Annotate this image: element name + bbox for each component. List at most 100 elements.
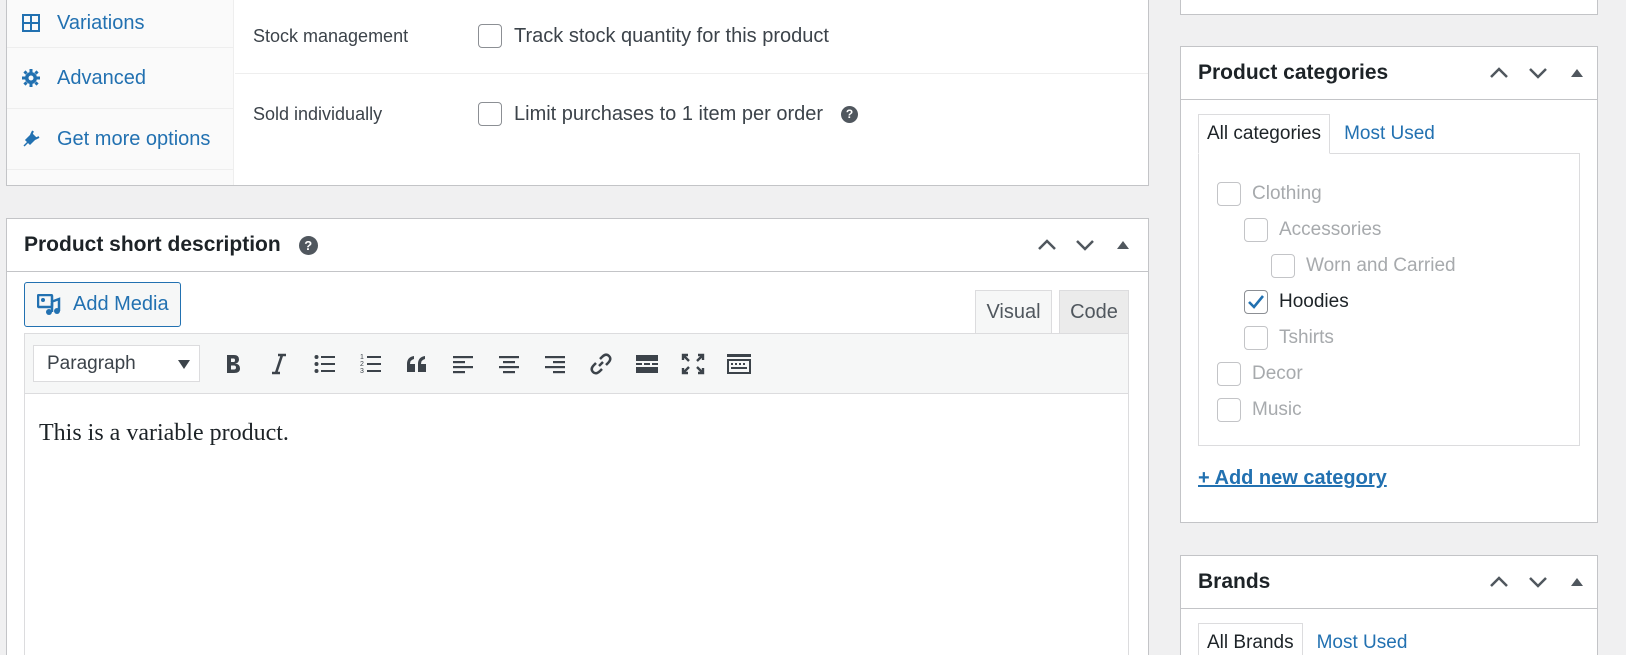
box-controls	[1028, 219, 1142, 271]
category-checklist: Clothing Accessories Worn and Carried Ho…	[1198, 153, 1580, 446]
category-item[interactable]: Music	[1217, 398, 1302, 422]
svg-text:2: 2	[360, 361, 364, 368]
tab-most-used[interactable]: Most Used	[1303, 623, 1416, 655]
editor-text[interactable]: This is a variable product.	[39, 420, 289, 447]
product-categories-box: Product categories All categories Most U…	[1180, 46, 1598, 523]
tab-advanced[interactable]: Advanced	[7, 48, 233, 109]
short-description-title: Product short description	[24, 233, 281, 256]
category-label: Accessories	[1279, 219, 1382, 240]
category-checkbox[interactable]	[1244, 326, 1268, 350]
category-label: Clothing	[1252, 183, 1322, 204]
category-label: Music	[1252, 399, 1302, 420]
dropdown-caret-icon	[178, 360, 190, 369]
add-media-label: Add Media	[73, 293, 169, 315]
category-item[interactable]: Hoodies	[1244, 290, 1349, 314]
bullet-list-icon[interactable]	[302, 345, 348, 383]
media-icon	[37, 293, 61, 315]
tab-most-used[interactable]: Most Used	[1330, 114, 1443, 154]
plugin-icon	[21, 129, 41, 149]
publish-box-bottom	[1180, 0, 1598, 15]
blockquote-icon[interactable]	[394, 345, 440, 383]
collapse-toggle-icon[interactable]	[1557, 563, 1596, 601]
sold-individually-row: Sold individually Limit purchases to 1 i…	[235, 74, 1148, 154]
read-more-icon[interactable]	[624, 345, 670, 383]
brands-title: Brands	[1198, 570, 1271, 593]
brand-tabs: All Brands Most Used	[1198, 623, 1415, 655]
grid-icon	[21, 13, 41, 33]
box-controls	[1479, 556, 1596, 608]
move-up-icon[interactable]	[1479, 54, 1518, 92]
short-description-box: Product short description ? Add Media Vi…	[6, 218, 1149, 655]
tab-get-more-options-label: Get more options	[57, 127, 211, 150]
category-checkbox[interactable]	[1244, 218, 1268, 242]
align-center-icon[interactable]	[486, 345, 532, 383]
add-media-button[interactable]: Add Media	[24, 282, 181, 327]
svg-text:3: 3	[360, 368, 364, 375]
move-down-icon[interactable]	[1518, 54, 1557, 92]
svg-text:1: 1	[360, 354, 364, 361]
short-description-header: Product short description ?	[7, 219, 1148, 272]
tab-advanced-label: Advanced	[57, 66, 146, 89]
move-down-icon[interactable]	[1518, 563, 1557, 601]
box-controls	[1479, 47, 1596, 99]
stock-management-label: Stock management	[253, 25, 409, 46]
collapse-toggle-icon[interactable]	[1557, 54, 1596, 92]
collapse-toggle-icon[interactable]	[1104, 226, 1142, 264]
toolbar-toggle-icon[interactable]	[716, 345, 762, 383]
add-new-category-link[interactable]: + Add new category	[1198, 467, 1387, 490]
tab-all-categories[interactable]: All categories	[1198, 114, 1331, 154]
product-categories-title: Product categories	[1198, 61, 1389, 84]
track-stock-checkbox[interactable]	[478, 24, 502, 48]
category-item[interactable]: Clothing	[1217, 182, 1322, 206]
category-item[interactable]: Decor	[1217, 362, 1303, 386]
editor-toolbar: Paragraph 123	[24, 333, 1129, 394]
category-label: Worn and Carried	[1306, 255, 1456, 276]
format-select-value: Paragraph	[47, 352, 136, 374]
brands-box: Brands All Brands Most Used	[1180, 555, 1598, 655]
inventory-options: Stock management Track stock quantity fo…	[235, 0, 1148, 154]
link-icon[interactable]	[578, 345, 624, 383]
category-item[interactable]: Worn and Carried	[1271, 254, 1456, 278]
category-checkbox-checked[interactable]	[1244, 290, 1268, 314]
help-icon[interactable]: ?	[841, 105, 859, 123]
category-item[interactable]: Tshirts	[1244, 326, 1334, 350]
category-tabs: All categories Most Used	[1198, 114, 1443, 154]
tab-code[interactable]: Code	[1059, 290, 1129, 333]
bold-icon[interactable]	[210, 345, 256, 383]
limit-purchases-checkbox[interactable]	[478, 102, 502, 126]
product-categories-header: Product categories	[1181, 47, 1597, 100]
move-up-icon[interactable]	[1479, 563, 1518, 601]
category-checkbox[interactable]	[1217, 398, 1241, 422]
move-up-icon[interactable]	[1028, 226, 1066, 264]
sold-individually-label: Sold individually	[253, 103, 383, 124]
limit-purchases-label: Limit purchases to 1 item per order	[514, 102, 824, 125]
help-icon[interactable]: ?	[298, 235, 318, 255]
category-label: Tshirts	[1279, 327, 1334, 348]
product-data-tabs: Variations Advanced Get more options	[7, 0, 234, 185]
tab-visual[interactable]: Visual	[975, 290, 1052, 334]
align-right-icon[interactable]	[532, 345, 578, 383]
category-checkbox[interactable]	[1217, 362, 1241, 386]
format-select[interactable]: Paragraph	[33, 345, 200, 382]
brands-header: Brands	[1181, 556, 1597, 609]
category-checkbox[interactable]	[1217, 182, 1241, 206]
editor-content-area[interactable]: This is a variable product.	[24, 394, 1129, 655]
category-checkbox[interactable]	[1271, 254, 1295, 278]
italic-icon[interactable]	[256, 345, 302, 383]
category-item[interactable]: Accessories	[1244, 218, 1381, 242]
numbered-list-icon[interactable]: 123	[348, 345, 394, 383]
track-stock-label: Track stock quantity for this product	[514, 24, 829, 47]
tab-variations[interactable]: Variations	[7, 0, 233, 48]
move-down-icon[interactable]	[1066, 226, 1104, 264]
fullscreen-icon[interactable]	[670, 345, 716, 383]
stock-management-row: Stock management Track stock quantity fo…	[235, 0, 1148, 74]
category-label: Decor	[1252, 363, 1303, 384]
tab-all-brands[interactable]: All Brands	[1198, 623, 1303, 655]
product-data-panel: Variations Advanced Get more options Sto…	[6, 0, 1149, 186]
category-label: Hoodies	[1279, 291, 1349, 312]
gear-icon	[21, 68, 41, 88]
checkmark-icon	[1248, 295, 1265, 309]
tab-variations-label: Variations	[57, 11, 145, 34]
tab-get-more-options[interactable]: Get more options	[7, 109, 233, 170]
align-left-icon[interactable]	[440, 345, 486, 383]
